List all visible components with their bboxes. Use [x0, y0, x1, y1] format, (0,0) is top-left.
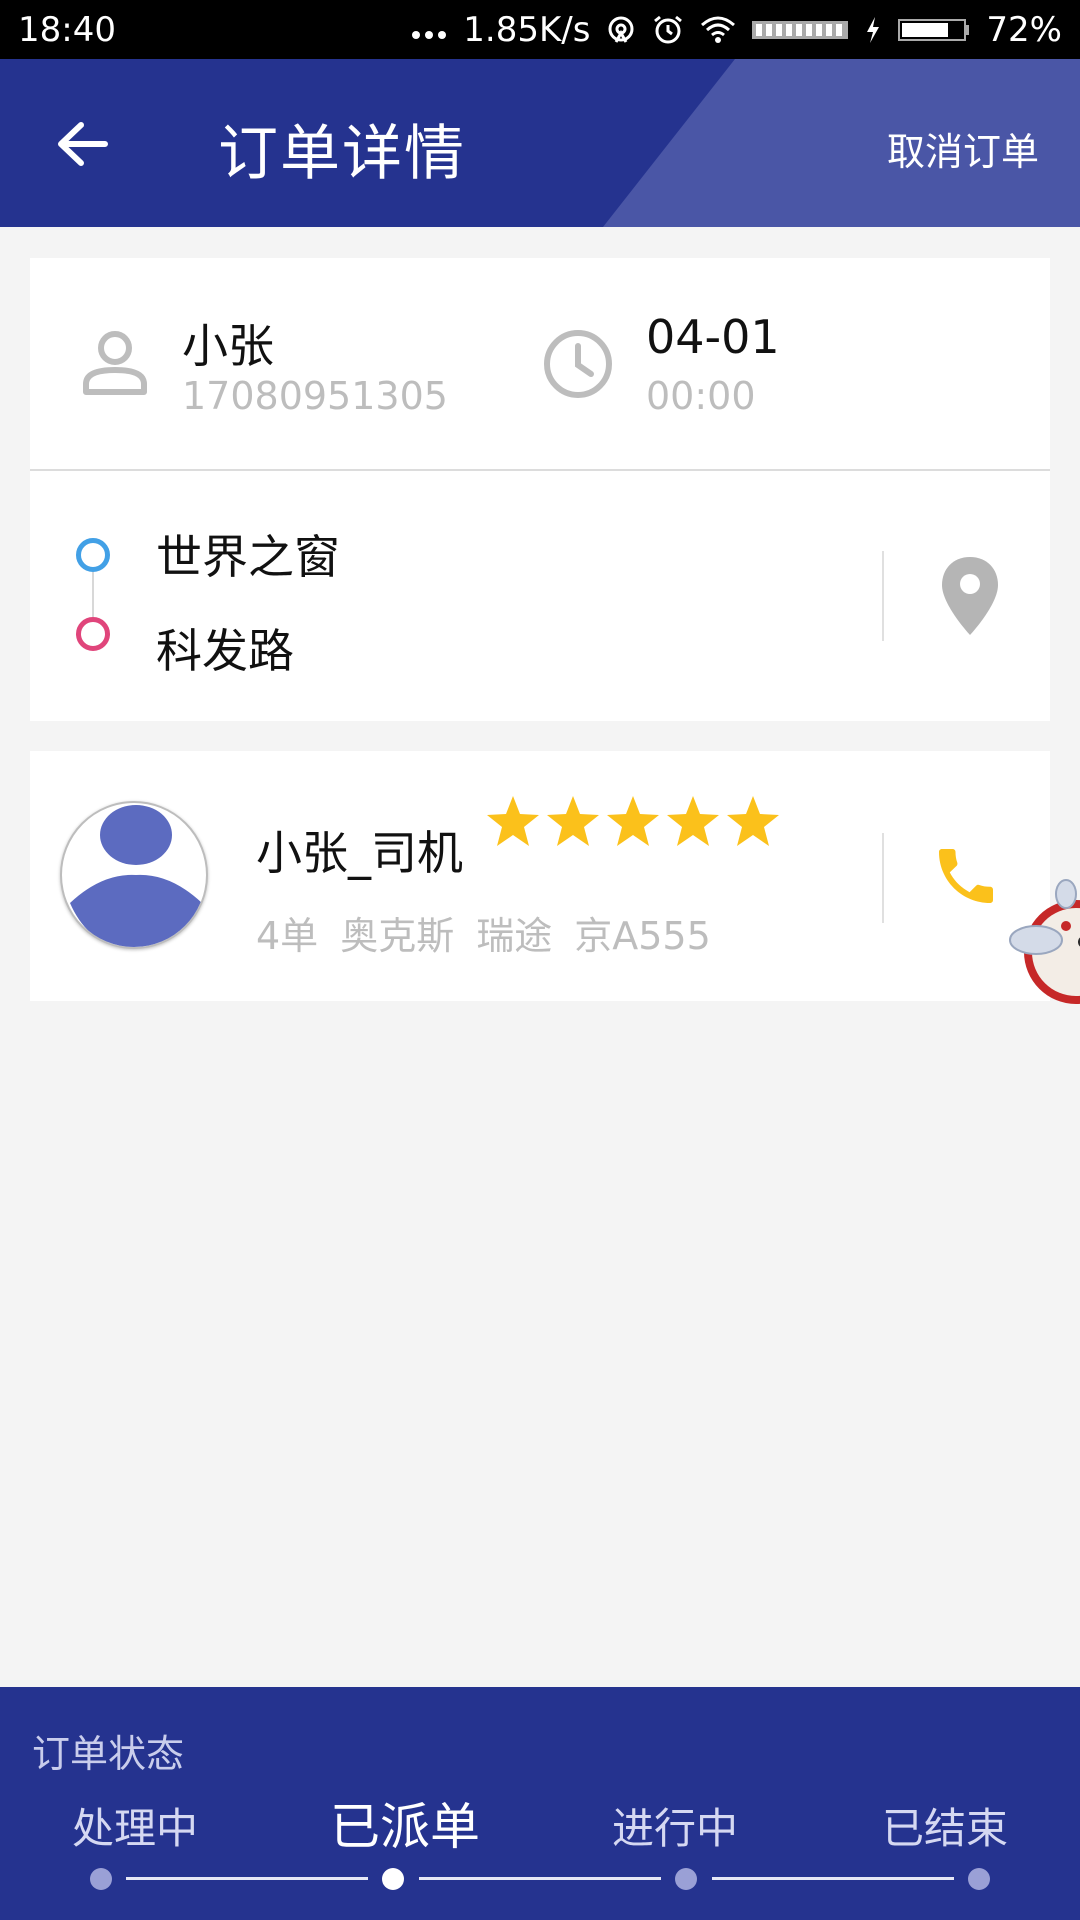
- charging-icon: [867, 16, 880, 43]
- cancel-order-button[interactable]: 取消订单: [887, 121, 1039, 176]
- status-step-finished: 已结束: [881, 1804, 1008, 1853]
- status-step-in-progress: 进行中: [611, 1804, 738, 1853]
- map-button[interactable]: [930, 551, 1010, 641]
- wifi-icon: [701, 16, 736, 43]
- call-driver-button[interactable]: [916, 831, 1016, 921]
- order-detail-page: 18:40 1.85K/s 72% 订单详情 取消订单 小张 170809513…: [0, 0, 1080, 1920]
- phone-icon: [939, 849, 993, 903]
- driver-order-count: 4单: [256, 914, 319, 958]
- status-bar: 18:40 1.85K/s 72%: [0, 0, 1080, 59]
- star-icon: [607, 796, 659, 846]
- driver-details: 4单 奥克斯 瑞途 京A555: [256, 905, 711, 960]
- arrow-left-icon: [58, 122, 108, 166]
- star-icon: [547, 796, 599, 846]
- status-dot: [675, 1868, 697, 1890]
- page-title: 订单详情: [218, 119, 466, 189]
- license-plate: 京A555: [574, 914, 711, 958]
- status-right: 1.85K/s 72%: [411, 10, 1062, 50]
- battery-level: 72%: [986, 9, 1062, 50]
- order-date: 04-01: [646, 310, 780, 364]
- avatar-icon: [70, 805, 202, 947]
- order-status-bar: 订单状态 处理中 已派单 进行中 已结束: [0, 1687, 1080, 1920]
- status-dot: [90, 1868, 112, 1890]
- passenger-name: 小张: [182, 319, 274, 373]
- vehicle-model: 瑞途: [476, 914, 553, 958]
- star-icon: [667, 796, 719, 846]
- vehicle-brand: 奥克斯: [340, 914, 455, 958]
- start-location: 世界之窗: [156, 530, 340, 584]
- clock-icon: [544, 330, 612, 398]
- back-button[interactable]: [48, 109, 118, 179]
- app-bar: 订单详情 取消订单: [0, 59, 1080, 227]
- end-location: 科发路: [156, 624, 294, 678]
- status-track-segment: [419, 1877, 661, 1880]
- end-point-dot: [76, 617, 110, 651]
- driver-name: 小张_司机: [256, 826, 463, 880]
- start-point-dot: [76, 538, 110, 572]
- floating-mascot-icon[interactable]: [1006, 872, 1080, 1022]
- status-time: 18:40: [18, 9, 116, 50]
- passenger-info-card: 小张 17080951305 04-01 00:00: [30, 258, 1050, 470]
- location-pin-icon: [942, 557, 998, 635]
- battery-icon: [898, 18, 970, 41]
- route-separator: [882, 551, 884, 641]
- person-icon: [83, 331, 147, 395]
- route-card: 世界之窗 科发路: [30, 471, 1050, 721]
- driver-card: 小张_司机 4单 奥克斯 瑞途 京A555: [30, 751, 1050, 1001]
- status-dot-current: [382, 1868, 404, 1890]
- star-icon: [727, 796, 779, 846]
- more-dots-icon: [412, 30, 447, 39]
- status-dot: [968, 1868, 990, 1890]
- status-step-dispatched: 已派单: [330, 1798, 480, 1856]
- signal-icon: [752, 20, 849, 39]
- driver-rating: [484, 793, 782, 851]
- status-track-segment: [126, 1877, 368, 1880]
- network-speed: 1.85K/s: [463, 9, 591, 50]
- status-step-processing: 处理中: [71, 1804, 198, 1853]
- order-status-label: 订单状态: [32, 1732, 185, 1776]
- status-track-segment: [712, 1877, 954, 1880]
- driver-separator: [882, 833, 884, 923]
- route-connector: [92, 572, 94, 617]
- hotspot-icon: [608, 16, 634, 43]
- passenger-phone: 17080951305: [182, 374, 448, 418]
- star-icon: [487, 796, 539, 846]
- alarm-icon: [654, 15, 683, 43]
- order-time: 00:00: [646, 374, 756, 418]
- driver-avatar: [60, 801, 208, 949]
